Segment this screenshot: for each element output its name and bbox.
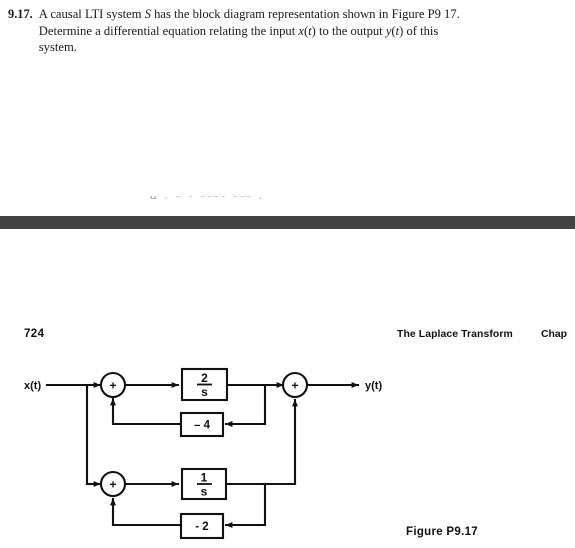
page-separator-band <box>0 216 575 229</box>
summing-junction-2-sign: + <box>291 379 298 393</box>
summing-junction-3-sign: + <box>109 478 116 492</box>
problem-line-3: system. <box>38 40 77 55</box>
block-gain-minus-2: - 2 <box>179 512 225 540</box>
input-signal-label: x(t) <box>24 380 41 392</box>
running-head-title: The Laplace Transform <box>397 329 513 340</box>
summing-junction-1-sign: + <box>109 379 116 393</box>
running-head: 724 The Laplace Transform Chap <box>0 328 575 344</box>
summing-junction-1: + <box>99 371 127 399</box>
problem-line-1: A causal LTI system S has the block diag… <box>38 7 460 21</box>
clipped-text-sliver: d . - - ---- --- . <box>150 196 330 208</box>
block-integrator-2s: 2 s <box>180 367 229 402</box>
problem-line-2: Determine a differential equation relati… <box>38 23 439 38</box>
clipped-text-content: d . - - ---- --- . <box>150 196 265 203</box>
problem-number: 9.17. <box>8 7 33 21</box>
output-signal-label: y(t) <box>365 380 382 392</box>
problem-row: 9.17. A causal LTI system S has the bloc… <box>8 6 565 56</box>
block-gain-minus-2-label: - 2 <box>195 521 208 533</box>
problem-text: A causal LTI system S has the block diag… <box>39 6 565 56</box>
block-integrator-1s-numerator: 1 <box>201 471 208 485</box>
page-number: 724 <box>24 328 45 340</box>
block-integrator-2s-denominator: s <box>201 385 208 399</box>
block-integrator-1s-denominator: s <box>201 485 208 499</box>
summing-junction-2: + <box>281 371 309 399</box>
problem-statement: 9.17. A causal LTI system S has the bloc… <box>0 0 575 56</box>
running-head-chapter: Chap <box>541 329 567 340</box>
block-gain-minus-4-label: – 4 <box>194 420 211 432</box>
block-gain-minus-4: – 4 <box>179 411 225 438</box>
block-integrator-2s-numerator: 2 <box>201 371 208 385</box>
figure-caption: Figure P9.17 <box>406 526 478 538</box>
block-integrator-1s: 1 s <box>180 467 228 501</box>
summing-junction-3: + <box>99 470 127 498</box>
block-diagram: + + + 2 s – 4 1 s - 2 x(t) y(t) <box>24 367 382 540</box>
figure-area: + + + 2 s – 4 1 s - 2 x(t) y(t) Figure P… <box>0 352 575 548</box>
